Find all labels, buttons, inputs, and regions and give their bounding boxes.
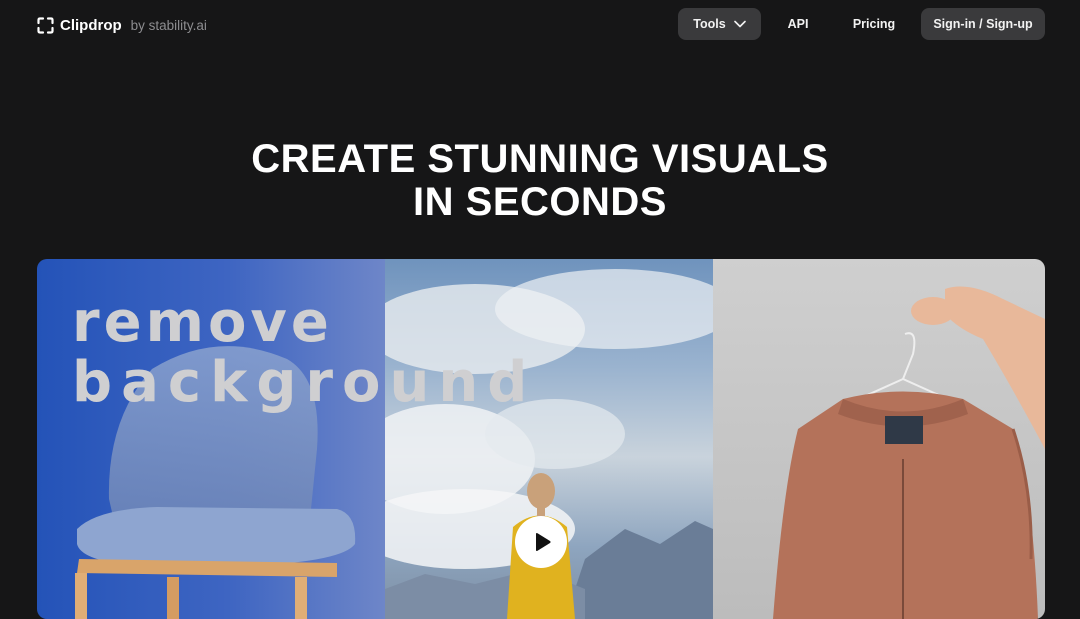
pricing-link[interactable]: Pricing bbox=[835, 8, 913, 40]
jacket-panel bbox=[713, 259, 1045, 619]
api-link[interactable]: API bbox=[769, 8, 827, 40]
hero-title: CREATE STUNNING VISUALS IN SECONDS bbox=[0, 138, 1080, 224]
nav-actions: Tools API Pricing Sign-in / Sign-up bbox=[678, 8, 1045, 40]
brand-sub: by stability.ai bbox=[130, 17, 207, 33]
tools-label: Tools bbox=[693, 17, 726, 31]
hero-title-line2: IN SECONDS bbox=[413, 180, 667, 224]
signin-button[interactable]: Sign-in / Sign-up bbox=[921, 8, 1045, 40]
play-icon bbox=[534, 532, 552, 552]
top-nav: Clipdrop by stability.ai Tools API Prici… bbox=[0, 0, 1080, 50]
chevron-down-icon bbox=[733, 20, 746, 28]
brand-name: Clipdrop bbox=[60, 16, 122, 34]
brand-logo[interactable]: Clipdrop by stability.ai bbox=[37, 15, 207, 35]
overlay-line1: remove bbox=[72, 290, 333, 355]
play-button[interactable] bbox=[515, 516, 567, 568]
hero-title-line1: CREATE STUNNING VISUALS bbox=[251, 137, 829, 181]
jacket-illustration bbox=[773, 286, 1045, 619]
overlay-line2: background bbox=[72, 350, 537, 415]
hero-video[interactable]: remove background bbox=[37, 259, 1045, 619]
remove-background-overlay: remove background bbox=[72, 293, 536, 413]
clipdrop-logo-icon bbox=[37, 16, 54, 34]
tools-menu-button[interactable]: Tools bbox=[678, 8, 761, 40]
